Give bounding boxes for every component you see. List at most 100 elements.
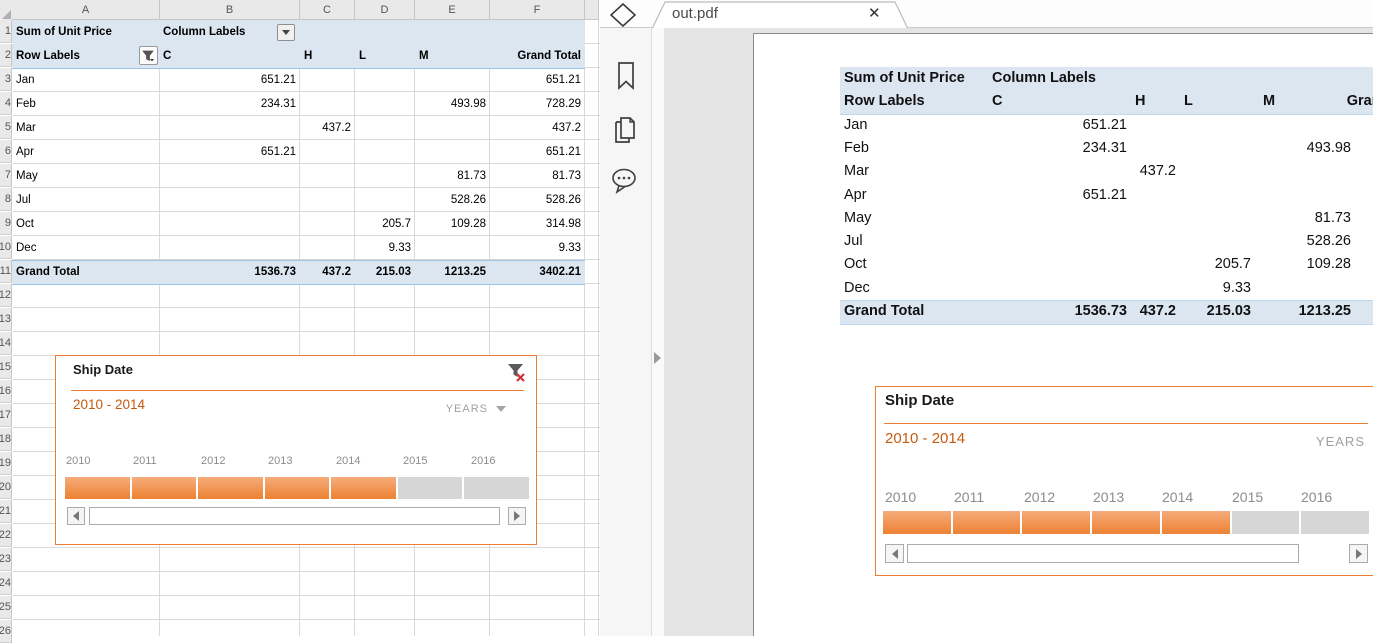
year-label-2012: 2012	[201, 455, 225, 467]
pivot-value[interactable]: 437.2	[481, 116, 581, 140]
row-header-26[interactable]: 26	[0, 620, 12, 643]
pivot-column-area-label[interactable]: Column Labels	[163, 20, 245, 44]
pivot-value[interactable]: 109.28	[386, 212, 486, 236]
year-segment-2011[interactable]	[132, 477, 197, 499]
row-header-3[interactable]: 3	[0, 68, 12, 91]
column-labels-dropdown-button[interactable]	[277, 24, 295, 41]
column-header-E[interactable]: E	[415, 0, 490, 20]
pivot-value[interactable]: 493.98	[386, 92, 486, 116]
row-header-2[interactable]: 2	[0, 44, 12, 67]
pivot-grand-total-value[interactable]: 3402.21	[481, 260, 581, 284]
pivot-column-label-H[interactable]: H	[304, 44, 312, 68]
row-header-19[interactable]: 19	[0, 452, 12, 475]
pivot-column-label-M[interactable]: M	[419, 44, 429, 68]
year-segment-2013[interactable]	[265, 477, 330, 499]
pages-icon[interactable]	[610, 114, 640, 146]
column-header-sliver[interactable]	[585, 0, 599, 20]
pivot-value[interactable]: 234.31	[196, 92, 296, 116]
pdf-row-area-label: Row Labels	[844, 90, 925, 113]
pivot-column-label-grand-total[interactable]: Grand Total	[481, 44, 581, 68]
tab-close-icon[interactable]: ✕	[868, 4, 881, 22]
column-header-D[interactable]: D	[355, 0, 415, 20]
slicer-title: Ship Date	[73, 362, 133, 377]
row-header-9[interactable]: 9	[0, 212, 12, 235]
year-segment-2015[interactable]	[398, 477, 463, 499]
row-header-10[interactable]: 10	[0, 236, 12, 259]
year-segment-2012[interactable]	[198, 477, 263, 499]
pivot-value[interactable]: 81.73	[481, 164, 581, 188]
time-level-dropdown[interactable]: YEARS	[446, 403, 506, 415]
row-header-6[interactable]: 6	[0, 140, 12, 163]
column-header-C[interactable]: C	[300, 0, 355, 20]
pivot-value[interactable]: 9.33	[311, 236, 411, 260]
pdf-value: 651.21	[1317, 184, 1373, 207]
year-label-2015: 2015	[403, 455, 427, 467]
row-header-11[interactable]: 11	[0, 260, 12, 283]
pivot-value[interactable]: 728.29	[481, 92, 581, 116]
row-header-13[interactable]: 13	[0, 308, 12, 331]
row-header-7[interactable]: 7	[0, 164, 12, 187]
pivot-row-label[interactable]: May	[16, 164, 38, 188]
pivot-row-label[interactable]: Dec	[16, 236, 36, 260]
pivot-measure-label[interactable]: Sum of Unit Price	[16, 20, 112, 44]
row-header-1[interactable]: 1	[0, 20, 12, 43]
row-header-8[interactable]: 8	[0, 188, 12, 211]
pivot-value[interactable]: 651.21	[196, 140, 296, 164]
pivot-value[interactable]: 651.21	[481, 140, 581, 164]
scroll-track[interactable]	[89, 507, 500, 525]
row-header-5[interactable]: 5	[0, 116, 12, 139]
scroll-left-button[interactable]	[67, 507, 85, 525]
pivot-value[interactable]: 651.21	[481, 68, 581, 92]
row-header-15[interactable]: 15	[0, 356, 12, 379]
row-header-4[interactable]: 4	[0, 92, 12, 115]
row-header-18[interactable]: 18	[0, 428, 12, 451]
pivot-value[interactable]: 81.73	[386, 164, 486, 188]
pivot-row-label[interactable]: Oct	[16, 212, 34, 236]
scroll-right-button[interactable]	[508, 507, 526, 525]
pdf-timeline-slicer: Ship Date2010 - 2014YEARS201020112012201…	[875, 386, 1373, 576]
year-segment-2016	[1301, 511, 1369, 534]
row-header-16[interactable]: 16	[0, 380, 12, 403]
pivot-row-label[interactable]: Apr	[16, 140, 34, 164]
pivot-value[interactable]: 9.33	[481, 236, 581, 260]
row-header-22[interactable]: 22	[0, 524, 12, 547]
row-header-17[interactable]: 17	[0, 404, 12, 427]
pivot-row-label[interactable]: Jul	[16, 188, 31, 212]
year-segment-2014[interactable]	[331, 477, 396, 499]
pivot-column-label-C[interactable]: C	[163, 44, 171, 68]
row-header-23[interactable]: 23	[0, 548, 12, 571]
row-header-24[interactable]: 24	[0, 572, 12, 595]
pdf-value: 234.31	[1017, 137, 1127, 160]
sidebar-expand-handle[interactable]	[652, 28, 664, 636]
year-segment-2016[interactable]	[464, 477, 529, 499]
row-header-21[interactable]: 21	[0, 500, 12, 523]
year-segment-2014	[1162, 511, 1230, 534]
column-header-A[interactable]: A	[12, 0, 160, 20]
row-header-14[interactable]: 14	[0, 332, 12, 355]
pivot-row-label[interactable]: Jan	[16, 68, 35, 92]
bookmarks-icon[interactable]	[612, 60, 640, 92]
clear-filter-button[interactable]	[504, 361, 528, 385]
pivot-grand-total-value[interactable]: 1213.25	[386, 260, 486, 284]
year-segment-2010[interactable]	[65, 477, 130, 499]
timeline-slicer[interactable]: Ship Date2010 - 2014YEARS201020112012201…	[55, 355, 537, 545]
pivot-row-label[interactable]: Feb	[16, 92, 36, 116]
row-header-20[interactable]: 20	[0, 476, 12, 499]
pivot-row-area-label[interactable]: Row Labels	[16, 44, 80, 68]
row-header-25[interactable]: 25	[0, 596, 12, 619]
pivot-column-label-L[interactable]: L	[359, 44, 366, 68]
year-label-2010: 2010	[885, 489, 916, 505]
excel-pane: ABCDEF 123456789101112131415161718192021…	[0, 0, 601, 636]
pivot-grand-total-label[interactable]: Grand Total	[16, 260, 80, 284]
pivot-value[interactable]: 528.26	[386, 188, 486, 212]
pivot-value[interactable]: 528.26	[481, 188, 581, 212]
row-labels-filter-button[interactable]	[139, 46, 158, 65]
pivot-value[interactable]: 651.21	[196, 68, 296, 92]
column-header-B[interactable]: B	[160, 0, 300, 20]
annotations-icon[interactable]	[610, 166, 640, 196]
pivot-row-label[interactable]: Mar	[16, 116, 36, 140]
row-header-12[interactable]: 12	[0, 284, 12, 307]
column-header-F[interactable]: F	[490, 0, 585, 20]
pivot-value[interactable]: 314.98	[481, 212, 581, 236]
pivot-value[interactable]: 437.2	[251, 116, 351, 140]
